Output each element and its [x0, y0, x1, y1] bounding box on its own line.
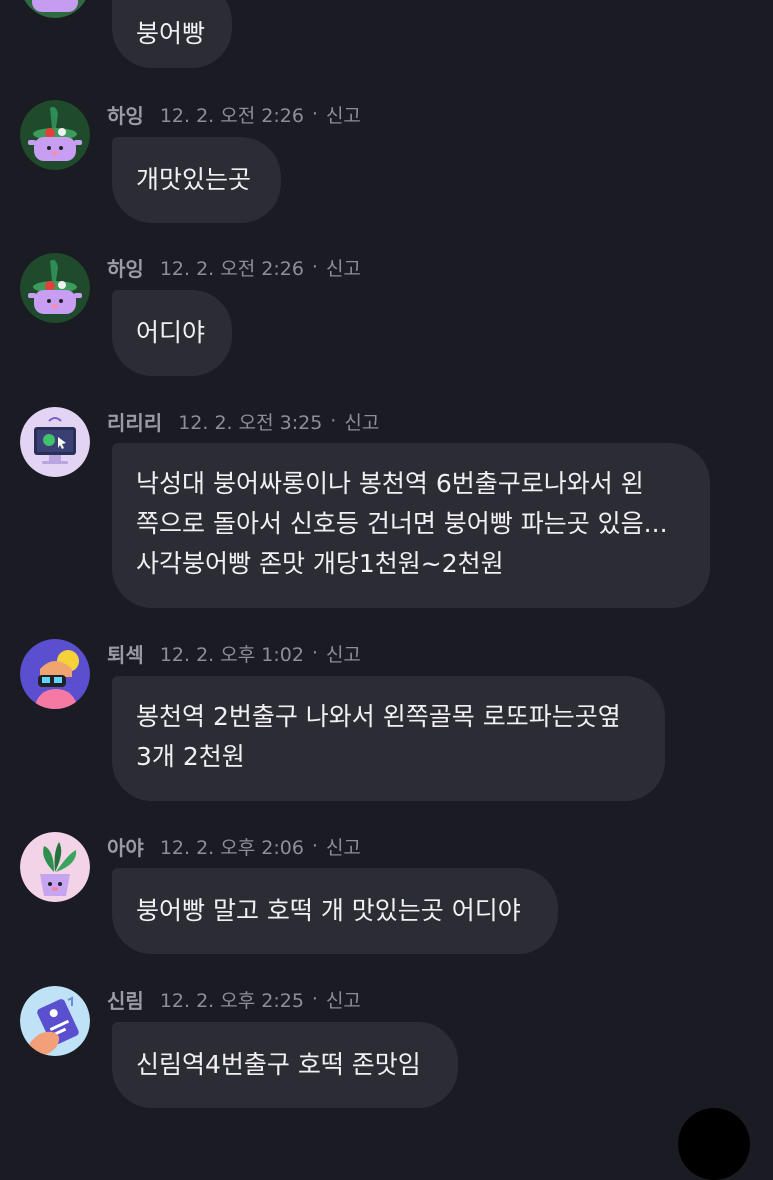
message-text: 봉천역 2번출구 나와서 왼쪽골목 로또파는곳옆 3개 2천원 — [136, 702, 621, 771]
avatar[interactable] — [20, 407, 90, 477]
message-bubble[interactable]: 붕어빵 말고 호떡 개 맛있는곳 어디야 — [112, 868, 558, 954]
report-link[interactable]: 신고 — [326, 986, 361, 1013]
separator: · — [311, 103, 318, 125]
avatar[interactable] — [20, 253, 90, 323]
message-text: 낙성대 붕어싸롱이나 봉천역 6번출구로나와서 왼 쪽으로 돌아서 신호등 건너… — [136, 469, 668, 578]
avatar[interactable] — [20, 986, 90, 1056]
author-name[interactable]: 하잉 — [107, 253, 144, 282]
avatar[interactable] — [20, 639, 90, 709]
message-bubble[interactable]: 봉천역 2번출구 나와서 왼쪽골목 로또파는곳옆 3개 2천원 — [112, 676, 665, 801]
message-bubble[interactable]: 개맛있는곳 — [112, 137, 281, 223]
report-link[interactable]: 신고 — [326, 254, 361, 281]
message-bubble[interactable]: 신림역4번출구 호떡 존맛임 — [112, 1022, 458, 1108]
author-name[interactable]: 퇴섹 — [107, 639, 144, 668]
author-name[interactable]: 신림 — [107, 985, 144, 1014]
scroll-down-button[interactable] — [678, 1108, 750, 1180]
message-time: 12. 2. 오후 2:25 — [159, 989, 304, 1012]
message-text: 신림역4번출구 호떡 존맛임 — [136, 1050, 421, 1079]
author-name[interactable]: 리리리 — [107, 407, 162, 436]
report-link[interactable]: 신고 — [326, 833, 361, 860]
message-text: 붕어빵 말고 호떡 개 맛있는곳 어디야 — [136, 896, 521, 925]
message-meta: 리리리 12. 2. 오전 3:25 · 신고 — [107, 406, 379, 436]
message-time: 12. 2. 오후 2:06 — [159, 836, 304, 859]
message-meta: 아야 12. 2. 오후 2:06 · 신고 — [107, 831, 361, 861]
message-bubble[interactable]: 붕어빵 — [112, 0, 232, 68]
separator: · — [311, 835, 318, 857]
message-text: 붕어빵 — [136, 19, 206, 48]
separator: · — [311, 642, 318, 664]
message-time: 12. 2. 오전 2:26 — [159, 257, 304, 280]
separator: · — [330, 410, 337, 432]
message-meta: 신림 12. 2. 오후 2:25 · 신고 — [107, 984, 361, 1014]
author-name[interactable]: 아야 — [107, 832, 144, 861]
message-bubble[interactable]: 낙성대 붕어싸롱이나 봉천역 6번출구로나와서 왼 쪽으로 돌아서 신호등 건너… — [112, 443, 710, 608]
report-link[interactable]: 신고 — [344, 408, 379, 435]
separator: · — [311, 256, 318, 278]
message-meta: 하잉 12. 2. 오전 2:26 · 신고 — [107, 99, 361, 129]
message-time: 12. 2. 오전 3:25 — [178, 411, 323, 434]
report-link[interactable]: 신고 — [326, 640, 361, 667]
message-text: 어디야 — [136, 318, 206, 347]
avatar[interactable] — [20, 100, 90, 170]
avatar[interactable] — [20, 0, 90, 18]
separator: · — [311, 988, 318, 1010]
message-time: 12. 2. 오후 1:02 — [159, 643, 304, 666]
avatar[interactable] — [20, 832, 90, 902]
message-bubble[interactable]: 어디야 — [112, 290, 232, 376]
message-meta: 하잉 12. 2. 오전 2:26 · 신고 — [107, 252, 361, 282]
message-meta: 퇴섹 12. 2. 오후 1:02 · 신고 — [107, 638, 361, 668]
author-name[interactable]: 하잉 — [107, 100, 144, 129]
message-time: 12. 2. 오전 2:26 — [159, 104, 304, 127]
report-link[interactable]: 신고 — [326, 101, 361, 128]
message-text: 개맛있는곳 — [136, 165, 252, 194]
